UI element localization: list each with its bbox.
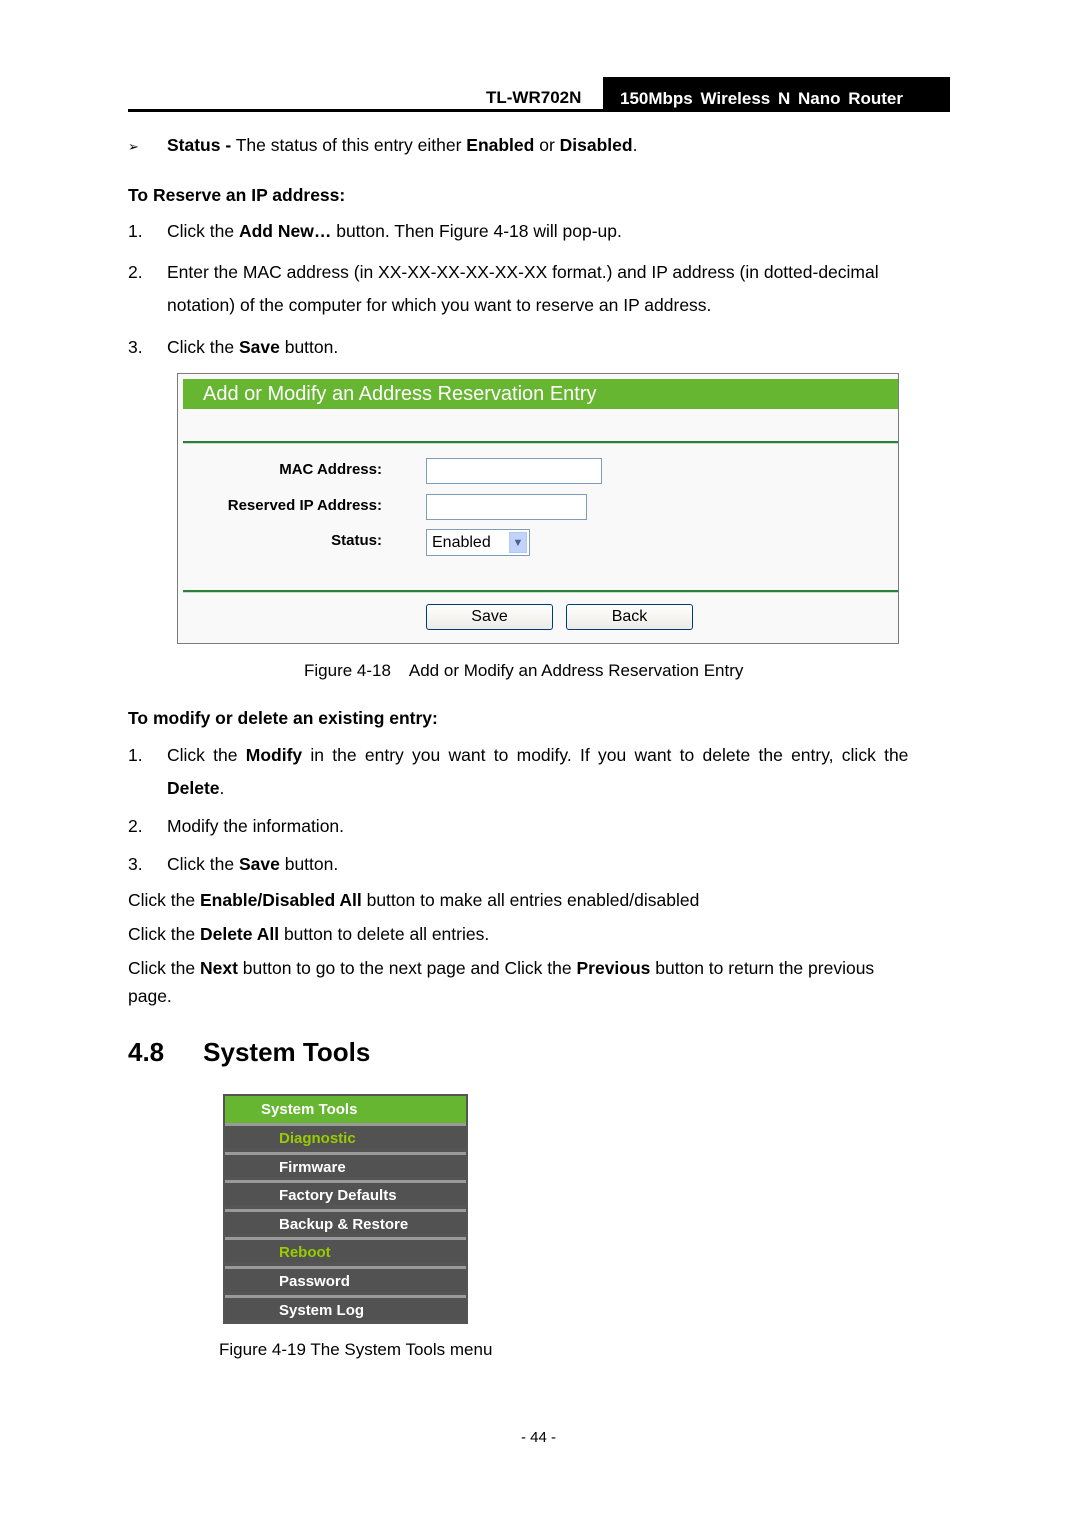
reserve-step-2-num: 2.	[128, 262, 143, 282]
para-text: Click the	[128, 890, 200, 910]
status-text-or: or	[534, 135, 560, 155]
address-reservation-panel: Add or Modify an Address Reservation Ent…	[177, 373, 899, 644]
panel-divider-top	[183, 441, 898, 444]
modify-step-2: Modify the information.	[167, 816, 345, 836]
para-text: button to go to the next page and Click …	[237, 958, 577, 978]
para-text: Click the	[128, 924, 200, 944]
status-disabled: Disabled	[559, 135, 633, 155]
modify-step-1-line-1: Click the Modify in the entry you want t…	[167, 745, 908, 765]
paragraph-enable-disable-all: Click the Enable/Disabled All button to …	[128, 890, 699, 910]
system-tools-menu: System Tools Diagnostic Firmware Factory…	[223, 1094, 468, 1324]
save-button[interactable]: Save	[426, 604, 553, 630]
panel-title: Add or Modify an Address Reservation Ent…	[183, 379, 898, 409]
para-bold: Delete All	[199, 924, 280, 944]
header-product: 150Mbps Wireless N Nano Router	[603, 77, 950, 112]
mac-address-input[interactable]	[426, 458, 602, 484]
status-select[interactable]: Enabled ▼	[426, 529, 530, 556]
step-text: Click the	[167, 221, 239, 241]
reserve-step-1: Click the Add New… button. Then Figure 4…	[167, 221, 622, 241]
modify-heading: To modify or delete an existing entry:	[128, 708, 438, 728]
status-period: .	[632, 135, 638, 155]
status-text: The status of this entry either	[231, 135, 467, 155]
menu-header-system-tools[interactable]: System Tools	[225, 1096, 466, 1123]
paragraph-next-previous: Click the Next button to go to the next …	[128, 958, 874, 978]
paragraph-next-previous-line-2: page.	[128, 986, 172, 1006]
reserved-ip-label: Reserved IP Address:	[227, 497, 382, 514]
reserve-heading: To Reserve an IP address:	[128, 185, 346, 205]
para-text: button to make all entries enabled/disab…	[361, 890, 700, 910]
reserve-step-3: Click the Save button.	[167, 337, 338, 357]
menu-item-diagnostic[interactable]: Diagnostic	[225, 1123, 466, 1148]
step-text: in the entry you want to modify. If you …	[302, 745, 909, 765]
header-rule	[128, 109, 950, 112]
modify-step-2-num: 2.	[128, 816, 143, 836]
status-label: Status:	[331, 532, 382, 549]
figure-19-caption: Figure 4-19 The System Tools menu	[219, 1340, 493, 1359]
menu-item-password[interactable]: Password	[225, 1266, 466, 1291]
mac-address-label: MAC Address:	[279, 461, 382, 478]
reserve-step-1-num: 1.	[128, 221, 143, 241]
step-text: Click the	[167, 337, 239, 357]
reserve-step-2-line-1: Enter the MAC address (in XX-XX-XX-XX-XX…	[167, 262, 879, 282]
para-text: button to delete all entries.	[279, 924, 490, 944]
status-enabled: Enabled	[466, 135, 535, 155]
status-select-value: Enabled	[432, 534, 491, 551]
step-text: button.	[279, 337, 339, 357]
step-text: Click the	[167, 745, 246, 765]
back-button[interactable]: Back	[566, 604, 693, 630]
section-heading: 4.8 System Tools	[128, 1037, 370, 1068]
step-text: .	[219, 778, 225, 798]
reserve-step-2-line-2: notation) of the computer for which you …	[167, 295, 712, 315]
para-bold: Next	[199, 958, 238, 978]
step-bold: Save	[238, 337, 280, 357]
menu-item-factory-defaults[interactable]: Factory Defaults	[225, 1180, 466, 1205]
modify-step-3: Click the Save button.	[167, 854, 338, 874]
step-text: Click the	[167, 854, 239, 874]
status-term: Status -	[167, 135, 232, 155]
para-text: button to return the previous	[650, 958, 875, 978]
step-bold: Add New…	[238, 221, 332, 241]
modify-step-3-num: 3.	[128, 854, 143, 874]
reserved-ip-input[interactable]	[426, 494, 587, 520]
status-description: Status - The status of this entry either…	[167, 135, 637, 155]
chevron-down-icon[interactable]: ▼	[509, 532, 527, 553]
section-number: 4.8	[128, 1037, 165, 1067]
modify-step-1-num: 1.	[128, 745, 143, 765]
status-bullet: ➢	[128, 135, 139, 157]
panel-divider-bottom	[183, 590, 898, 593]
para-text: Click the	[128, 958, 200, 978]
step-text: button. Then Figure 4-18 will pop-up.	[331, 221, 622, 241]
header-model: TL-WR702N	[486, 88, 582, 107]
reserve-step-3-num: 3.	[128, 337, 143, 357]
modify-step-1-line-2: Delete.	[167, 778, 224, 798]
figure-18-caption: Figure 4-18 Add or Modify an Address Res…	[304, 661, 744, 680]
menu-item-system-log[interactable]: System Log	[225, 1295, 466, 1320]
menu-item-firmware[interactable]: Firmware	[225, 1152, 466, 1177]
menu-item-reboot[interactable]: Reboot	[225, 1237, 466, 1262]
step-bold: Modify	[245, 745, 303, 765]
para-bold: Previous	[576, 958, 651, 978]
step-bold: Delete	[167, 778, 220, 798]
section-title: System Tools	[203, 1037, 371, 1067]
bullet-arrow-icon: ➢	[128, 139, 139, 154]
menu-item-backup-restore[interactable]: Backup & Restore	[225, 1209, 466, 1234]
step-bold: Save	[238, 854, 280, 874]
paragraph-delete-all: Click the Delete All button to delete al…	[128, 924, 489, 944]
step-text: button.	[279, 854, 339, 874]
page-number: - 44 -	[521, 1429, 557, 1446]
para-bold: Enable/Disabled All	[199, 890, 362, 910]
